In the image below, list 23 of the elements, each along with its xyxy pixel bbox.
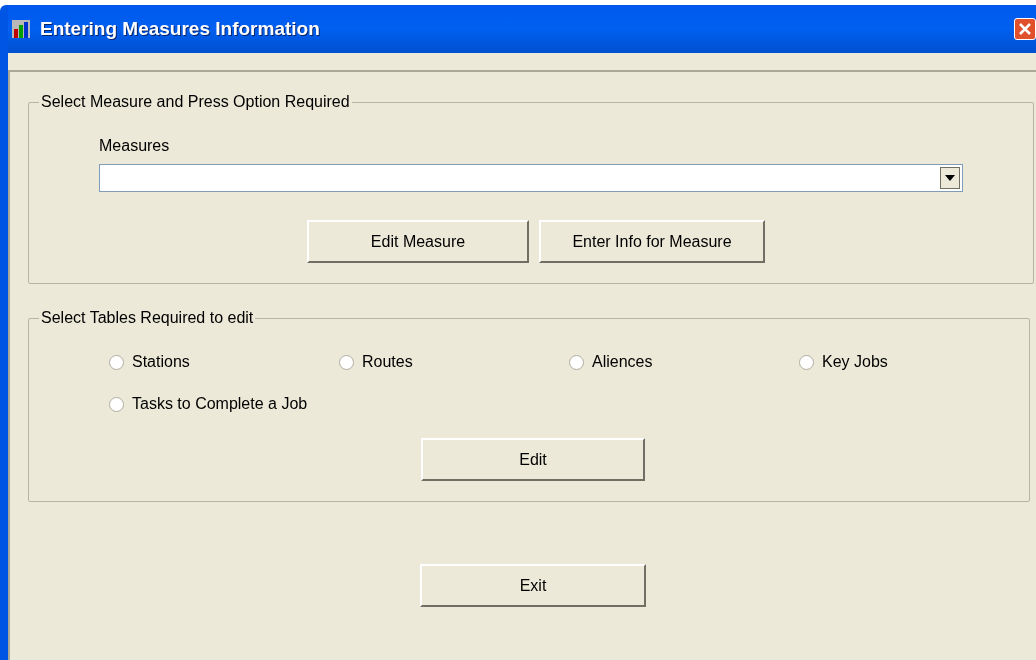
bar-chart-icon xyxy=(12,20,30,38)
caret-icon xyxy=(945,175,955,181)
dropdown-button[interactable] xyxy=(940,167,960,189)
window-title: Entering Measures Information xyxy=(40,16,320,41)
group-title: Select Tables Required to edit xyxy=(40,308,255,328)
radio-label: Routes xyxy=(362,352,413,372)
group-title: Select Measure and Press Option Required xyxy=(40,92,351,112)
radio-label: Key Jobs xyxy=(822,352,888,372)
push-button[interactable]: Enter Info for Measure xyxy=(539,220,765,263)
radio-label: Stations xyxy=(132,352,190,372)
radio-button[interactable] xyxy=(109,354,124,370)
close-icon xyxy=(1019,23,1031,35)
push-button[interactable]: Edit Measure xyxy=(307,220,529,263)
push-button[interactable]: Exit xyxy=(420,564,646,607)
radio-button[interactable] xyxy=(799,354,814,370)
radio-button[interactable] xyxy=(569,354,584,370)
radio-label: Tasks to Complete a Job xyxy=(132,394,308,414)
radio-button[interactable] xyxy=(339,354,354,370)
field-label: Measures xyxy=(99,136,170,156)
radio-label: Aliences xyxy=(592,352,653,372)
radio-button[interactable] xyxy=(109,396,124,412)
close-button[interactable] xyxy=(1014,18,1036,40)
push-button[interactable]: Edit xyxy=(421,438,645,481)
